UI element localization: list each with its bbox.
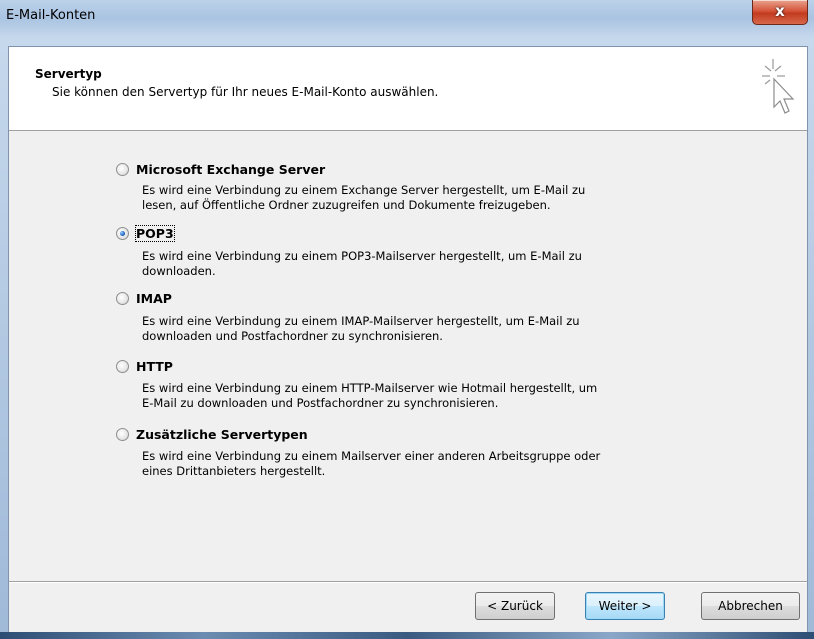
option-label[interactable]: IMAP xyxy=(136,291,172,306)
option-imap[interactable]: IMAP xyxy=(116,289,172,307)
description-line: Es wird eine Verbindung zu einem IMAP-Ma… xyxy=(142,314,580,328)
title-bar[interactable]: E-Mail-Konten x xyxy=(0,0,814,46)
description-line: Es wird eine Verbindung zu einem Exchang… xyxy=(142,183,586,197)
radio-button-icon[interactable] xyxy=(116,359,129,373)
close-icon: x xyxy=(775,2,785,20)
description-line: downloaden. xyxy=(142,264,216,278)
cursor-sparkle-icon xyxy=(762,59,795,114)
back-button[interactable]: < Zurück xyxy=(475,592,555,620)
option-pop3[interactable]: POP3 xyxy=(116,224,175,242)
description-line: lesen, auf Öffentliche Ordner zuzugreife… xyxy=(142,198,551,212)
option-label[interactable]: POP3 xyxy=(135,224,175,242)
option-description: Es wird eine Verbindung zu einem Exchang… xyxy=(142,183,702,213)
description-line: eines Drittanbieters hergestellt. xyxy=(142,464,326,478)
wizard-header: Servertyp Sie können den Servertyp für I… xyxy=(9,47,807,131)
window-frame: E-Mail-Konten x Servertyp Sie können den… xyxy=(0,0,814,639)
page-subtitle: Sie können den Servertyp für Ihr neues E… xyxy=(52,85,439,99)
option-http[interactable]: HTTP xyxy=(116,357,173,375)
option-description: Es wird eine Verbindung zu einem POP3-Ma… xyxy=(142,249,702,279)
description-line: Es wird eine Verbindung zu einem HTTP-Ma… xyxy=(142,381,598,395)
background-strip xyxy=(0,632,814,639)
radio-button-icon[interactable] xyxy=(116,226,129,240)
description-line: Es wird eine Verbindung zu einem Mailser… xyxy=(142,449,601,463)
option-label[interactable]: HTTP xyxy=(136,359,173,374)
next-button[interactable]: Weiter > xyxy=(585,592,665,620)
description-line: Es wird eine Verbindung zu einem POP3-Ma… xyxy=(142,249,582,263)
cancel-button[interactable]: Abbrechen xyxy=(701,592,800,620)
option-exchange[interactable]: Microsoft Exchange Server xyxy=(116,160,325,178)
close-button[interactable]: x xyxy=(752,0,808,25)
option-description: Es wird eine Verbindung zu einem HTTP-Ma… xyxy=(142,381,702,411)
footer-divider xyxy=(9,581,807,583)
radio-button-icon[interactable] xyxy=(116,291,129,305)
description-line: E-Mail zu downloaden und Postfachordner … xyxy=(142,396,499,410)
option-label[interactable]: Zusätzliche Servertypen xyxy=(136,427,308,442)
dialog-client-area: Servertyp Sie können den Servertyp für I… xyxy=(8,46,808,633)
page-title: Servertyp xyxy=(35,67,102,81)
window-title: E-Mail-Konten xyxy=(6,8,96,23)
radio-button-icon[interactable] xyxy=(116,427,129,441)
option-additional-server-types[interactable]: Zusätzliche Servertypen xyxy=(116,425,308,443)
description-line: downloaden und Postfachordner zu synchro… xyxy=(142,329,443,343)
option-description: Es wird eine Verbindung zu einem IMAP-Ma… xyxy=(142,314,702,344)
option-description: Es wird eine Verbindung zu einem Mailser… xyxy=(142,449,702,479)
radio-button-icon[interactable] xyxy=(116,162,129,176)
option-label[interactable]: Microsoft Exchange Server xyxy=(136,162,325,177)
